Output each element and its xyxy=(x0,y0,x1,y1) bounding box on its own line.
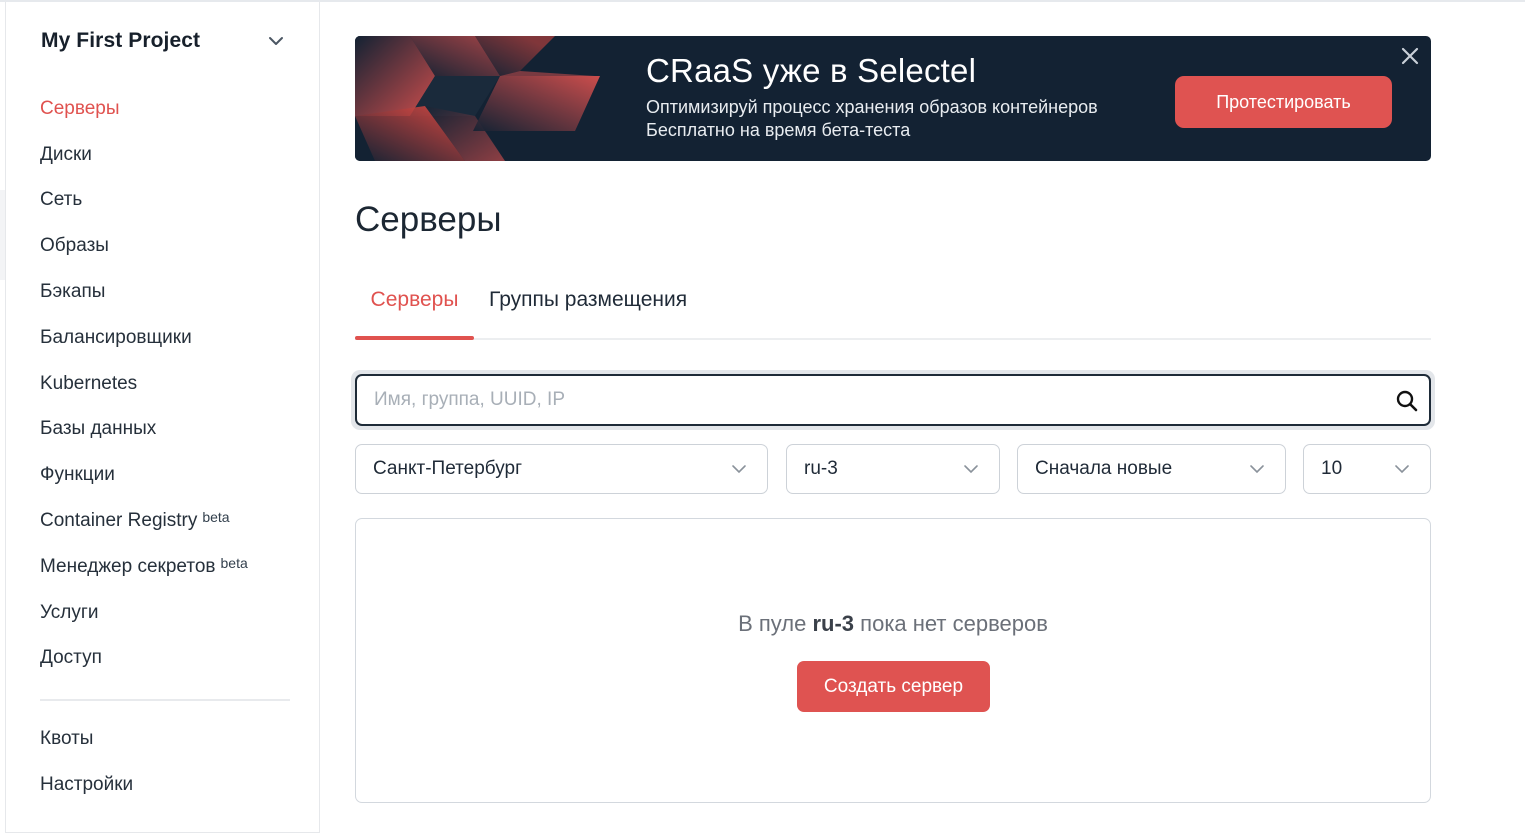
pool-select-value: ru-3 xyxy=(804,458,838,479)
tab-servers[interactable]: Серверы xyxy=(355,288,474,340)
sidebar-item-label: Диски xyxy=(40,143,92,165)
sidebar-item-functions[interactable]: Функции xyxy=(40,452,300,498)
banner-line-1: Оптимизируй процесс хранения образов кон… xyxy=(646,97,1098,117)
sidebar-divider xyxy=(40,699,290,701)
empty-state-message: В пуле ru-3 пока нет серверов xyxy=(356,611,1430,637)
sidebar-item-settings[interactable]: Настройки xyxy=(40,762,300,808)
tabs: Серверы Группы размещения xyxy=(355,280,1431,340)
chevron-down-icon xyxy=(732,465,746,474)
sidebar-item-databases[interactable]: Базы данных xyxy=(40,407,300,453)
banner-subtitle: Оптимизируй процесс хранения образов кон… xyxy=(646,96,1098,142)
chevron-down-icon xyxy=(1250,465,1264,474)
beta-badge: beta xyxy=(220,554,248,571)
sidebar-item-label: Балансировщики xyxy=(40,326,192,348)
banner-artwork xyxy=(355,36,615,161)
sidebar-item-backups[interactable]: Бэкапы xyxy=(40,269,300,315)
project-selector[interactable]: My First Project xyxy=(41,26,286,56)
sidebar-item-label: Container Registry xyxy=(40,510,198,532)
sidebar-item-network[interactable]: Сеть xyxy=(40,178,300,224)
per-page-select[interactable]: 10 xyxy=(1303,444,1431,494)
sort-select-value: Сначала новые xyxy=(1035,458,1173,479)
sidebar-secondary-nav: Квоты Настройки xyxy=(40,716,300,808)
sidebar-item-disks[interactable]: Диски xyxy=(40,132,300,178)
sidebar-item-label: Квоты xyxy=(40,727,94,749)
search-icon[interactable] xyxy=(1395,389,1419,413)
sidebar-item-label: Kubernetes xyxy=(40,372,138,394)
page-title: Серверы xyxy=(355,200,502,239)
pool-select[interactable]: ru-3 xyxy=(786,444,1000,494)
sidebar-item-label: Функции xyxy=(40,464,115,486)
banner-line-2: Бесплатно на время бета-теста xyxy=(646,120,911,140)
sidebar-item-label: Базы данных xyxy=(40,418,157,440)
sidebar-item-servers[interactable]: Серверы xyxy=(40,86,300,132)
empty-state-pool: ru-3 xyxy=(812,611,855,636)
chevron-down-icon xyxy=(1395,465,1409,474)
empty-state-card: В пуле ru-3 пока нет серверов Создать се… xyxy=(355,518,1431,803)
city-select[interactable]: Санкт-Петербург xyxy=(355,444,768,494)
sidebar-item-balancers[interactable]: Балансировщики xyxy=(40,315,300,361)
create-server-button[interactable]: Создать сервер xyxy=(797,661,990,712)
sort-select[interactable]: Сначала новые xyxy=(1017,444,1286,494)
sidebar-item-images[interactable]: Образы xyxy=(40,223,300,269)
try-button[interactable]: Протестировать xyxy=(1175,76,1392,128)
close-icon[interactable] xyxy=(1399,45,1421,67)
search-focus-ring xyxy=(351,370,1435,430)
sidebar-nav: Серверы Диски Сеть Образы Бэкапы Баланси… xyxy=(40,86,300,681)
sidebar-item-label: Образы xyxy=(40,235,109,257)
search-input[interactable] xyxy=(357,380,1357,420)
project-name: My First Project xyxy=(41,29,201,52)
sidebar-item-services[interactable]: Услуги xyxy=(40,590,300,636)
sidebar-item-label: Сеть xyxy=(40,189,83,211)
empty-state-prefix: В пуле xyxy=(738,611,807,636)
sidebar-item-kubernetes[interactable]: Kubernetes xyxy=(40,361,300,407)
empty-state-suffix: пока нет серверов xyxy=(860,611,1048,636)
sidebar-item-label: Менеджер секретов xyxy=(40,555,216,577)
beta-badge: beta xyxy=(202,509,230,526)
per-page-select-value: 10 xyxy=(1321,458,1343,479)
sidebar-item-label: Бэкапы xyxy=(40,281,106,303)
sidebar-item-container-registry[interactable]: Container Registry beta xyxy=(40,498,300,544)
sidebar-item-access[interactable]: Доступ xyxy=(40,636,300,682)
sidebar-item-label: Настройки xyxy=(40,773,134,795)
search-box xyxy=(355,374,1431,426)
sidebar-item-quotas[interactable]: Квоты xyxy=(40,716,300,762)
chevron-down-icon[interactable] xyxy=(266,31,286,51)
sidebar-item-label: Серверы xyxy=(40,97,120,119)
promo-banner: CRaaS уже в Selectel Оптимизируй процесс… xyxy=(355,36,1431,161)
tab-placement-groups[interactable]: Группы размещения xyxy=(489,288,687,338)
sidebar-item-secrets-manager[interactable]: Менеджер секретов beta xyxy=(40,544,300,590)
city-select-value: Санкт-Петербург xyxy=(373,458,523,479)
sidebar-item-label: Доступ xyxy=(40,647,102,669)
sidebar-item-label: Услуги xyxy=(40,601,99,623)
chevron-down-icon xyxy=(964,465,978,474)
banner-title: CRaaS уже в Selectel xyxy=(646,52,977,89)
